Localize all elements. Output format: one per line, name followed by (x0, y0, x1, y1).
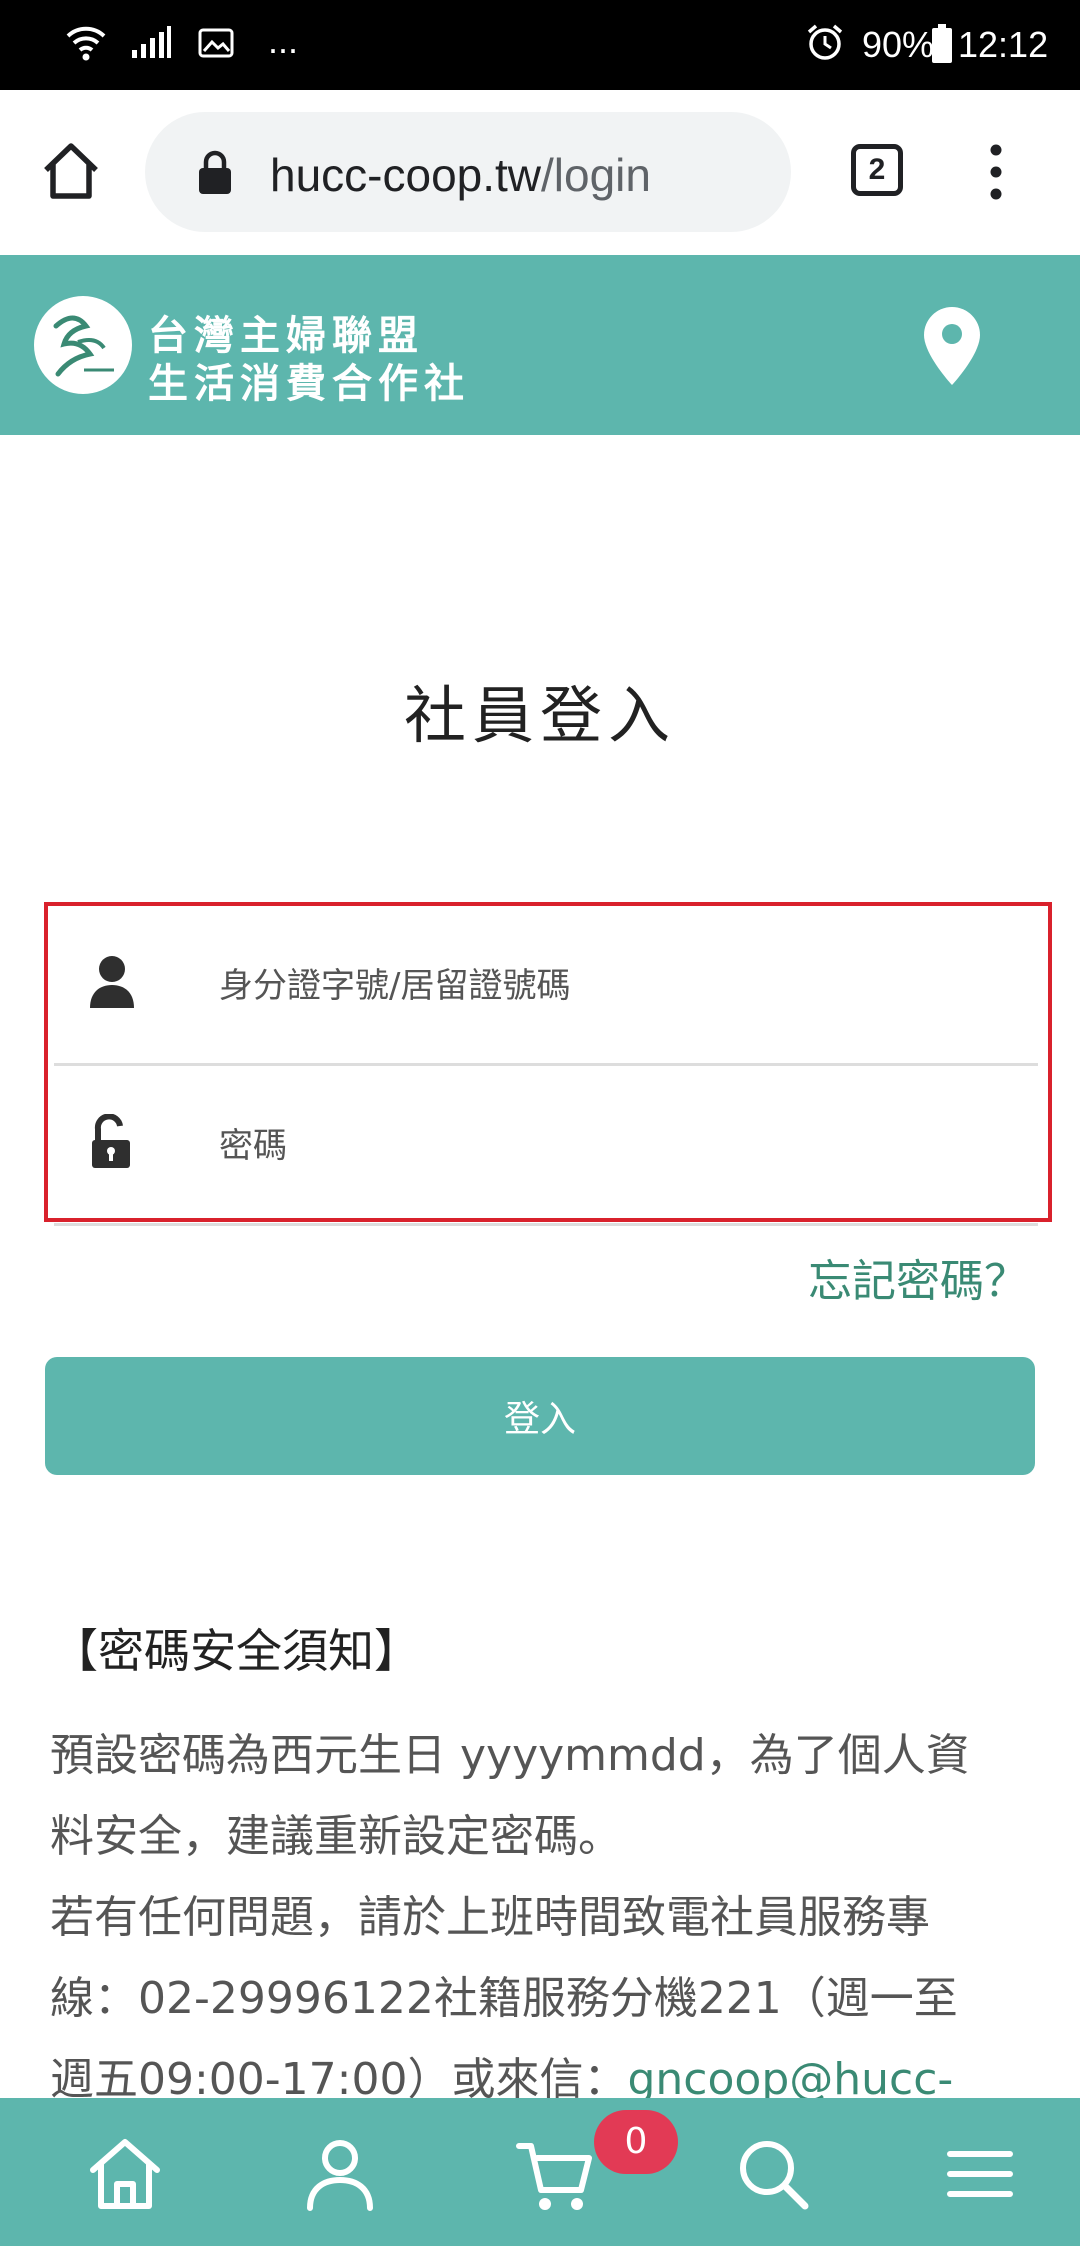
id-number-input[interactable] (219, 946, 999, 1026)
signal-icon (132, 26, 171, 58)
browser-toolbar: hucc-coop.tw/login 2 (0, 90, 1080, 255)
logo-icon[interactable] (34, 296, 132, 394)
notice-line: 線：02-29996122社籍服務分機221（週一至 (50, 1973, 958, 2024)
notice-line: 若有任何問題，請於上班時間致電社員服務專 (50, 1892, 930, 1943)
notice-line: 預設密碼為西元生日 yyyymmdd，為了個人資 (50, 1730, 970, 1781)
alarm-icon (807, 24, 843, 60)
status-bar: ... 90% 12:12 (0, 0, 1080, 90)
login-form (44, 902, 1052, 1226)
id-field-row (54, 906, 1038, 1066)
forgot-password-link[interactable]: 忘記密碼？ (808, 1245, 1028, 1309)
bottom-nav: 0 (0, 2098, 1080, 2246)
url-host: hucc-coop.tw (270, 149, 542, 201)
address-bar[interactable]: hucc-coop.tw/login (145, 112, 791, 232)
password-field-row (54, 1066, 1038, 1226)
clock: 12:12 (958, 24, 1049, 65)
cart-icon[interactable] (515, 2134, 595, 2214)
search-icon[interactable] (733, 2134, 813, 2214)
account-icon[interactable] (300, 2134, 380, 2214)
tab-switcher-button[interactable]: 2 (851, 144, 903, 196)
url-text: hucc-coop.tw/login (270, 148, 651, 202)
notice-title: 【密碼安全須知】 (52, 1624, 420, 1678)
wifi-icon (66, 26, 106, 61)
lock-icon (199, 150, 231, 194)
home-icon[interactable] (85, 2134, 165, 2214)
location-pin-icon[interactable] (922, 305, 982, 387)
cart-count-badge: 0 (594, 2110, 678, 2174)
leaf-logo-icon (53, 315, 114, 377)
more-notifications: ... (268, 20, 299, 61)
site-header: 台灣主婦聯盟 生活消費合作社 (0, 255, 1080, 435)
brand-name-line2: 生活消費合作社 (148, 361, 470, 407)
browser-home-icon[interactable] (40, 140, 102, 202)
password-notice: 預設密碼為西元生日 yyyymmdd，為了個人資 料安全，建議重新設定密碼。 若… (50, 1715, 1040, 2120)
page-title: 社員登入 (403, 679, 676, 752)
unlock-icon (92, 1114, 130, 1168)
browser-menu-icon[interactable] (976, 142, 1016, 202)
user-icon (90, 956, 134, 1008)
gallery-icon (198, 28, 234, 58)
password-input[interactable] (219, 1106, 999, 1186)
battery-icon (932, 24, 952, 63)
hamburger-menu-icon[interactable] (940, 2134, 1020, 2214)
notice-line: 料安全，建議重新設定密碼。 (50, 1811, 622, 1862)
battery-percent: 90% (862, 24, 935, 65)
login-button[interactable]: 登入 (45, 1357, 1035, 1475)
url-path: /login (541, 149, 651, 201)
